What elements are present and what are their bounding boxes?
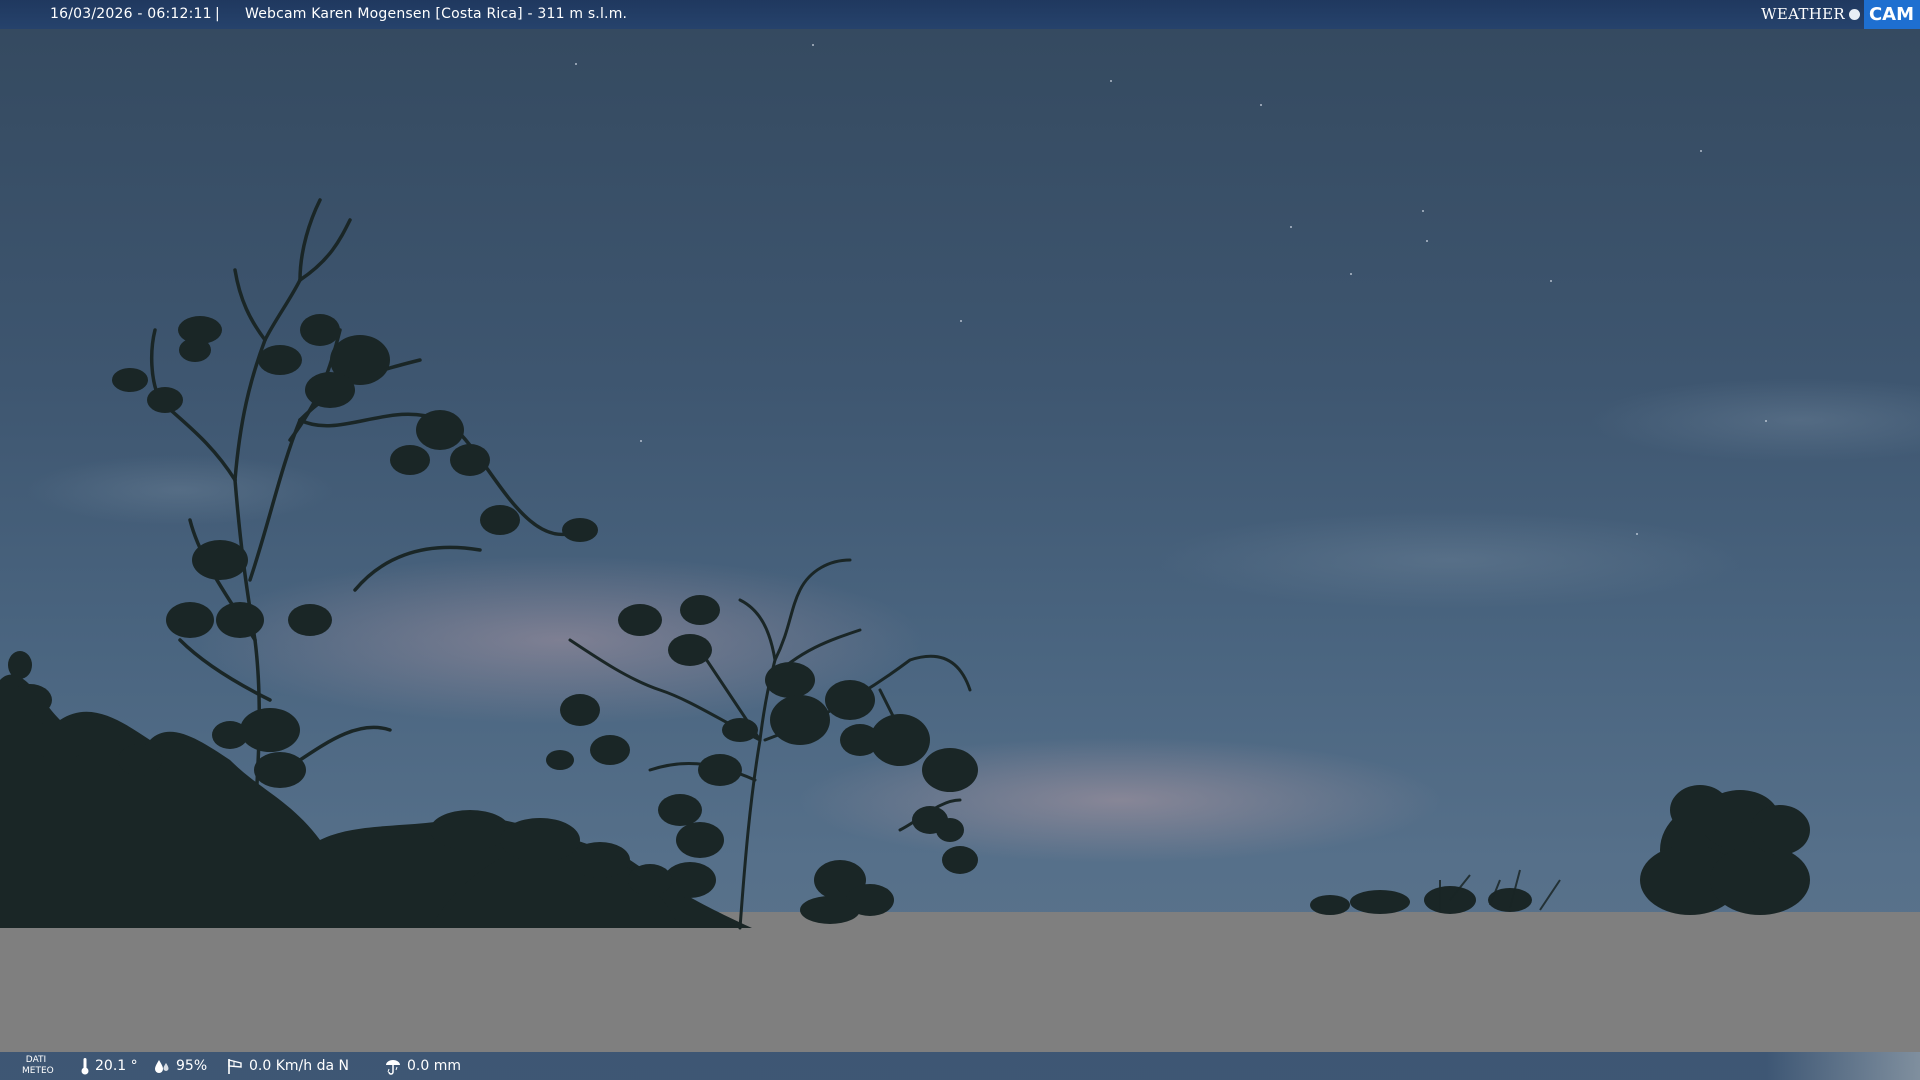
temperature-value: 20.1 °: [95, 1058, 138, 1074]
wind-sock-icon: [226, 1057, 244, 1075]
header-separator: |: [215, 6, 220, 22]
wind-reading: 0.0 Km/h da N: [226, 1052, 349, 1080]
thermometer-icon: [80, 1057, 90, 1075]
logo-globe-icon: [1848, 9, 1860, 20]
weathercam-logo[interactable]: WEATHER CAM: [1761, 0, 1920, 29]
humidity-value: 95%: [176, 1058, 208, 1074]
rain-reading: 0.0 mm: [384, 1052, 461, 1080]
temperature-reading: 20.1 °: [80, 1052, 138, 1080]
weather-data-bar: DATI METEO 20.1 ° 95% 0.0 Km/h da N 0.0 …: [0, 1052, 1920, 1080]
rain-value: 0.0 mm: [407, 1058, 461, 1074]
rain-gauge-icon: [384, 1057, 402, 1075]
camera-name: Webcam Karen Mogensen [Costa Rica] - 311…: [245, 6, 628, 22]
wind-value: 0.0 Km/h da N: [249, 1058, 349, 1074]
webcam-header-bar: 16/03/2026 - 06:12:11 | Webcam Karen Mog…: [0, 0, 1920, 29]
timestamp: 16/03/2026 - 06:12:11: [50, 6, 212, 22]
tree-silhouettes: [0, 198, 1810, 930]
webcam-frame: 16/03/2026 - 06:12:11 | Webcam Karen Mog…: [0, 0, 1920, 1080]
weather-data-label: DATI METEO: [22, 1055, 54, 1076]
humidity-reading: 95%: [153, 1052, 207, 1080]
humidity-drops-icon: [153, 1058, 171, 1074]
logo-text-cam: CAM: [1863, 0, 1920, 29]
logo-text-weather: WEATHER: [1761, 5, 1845, 23]
